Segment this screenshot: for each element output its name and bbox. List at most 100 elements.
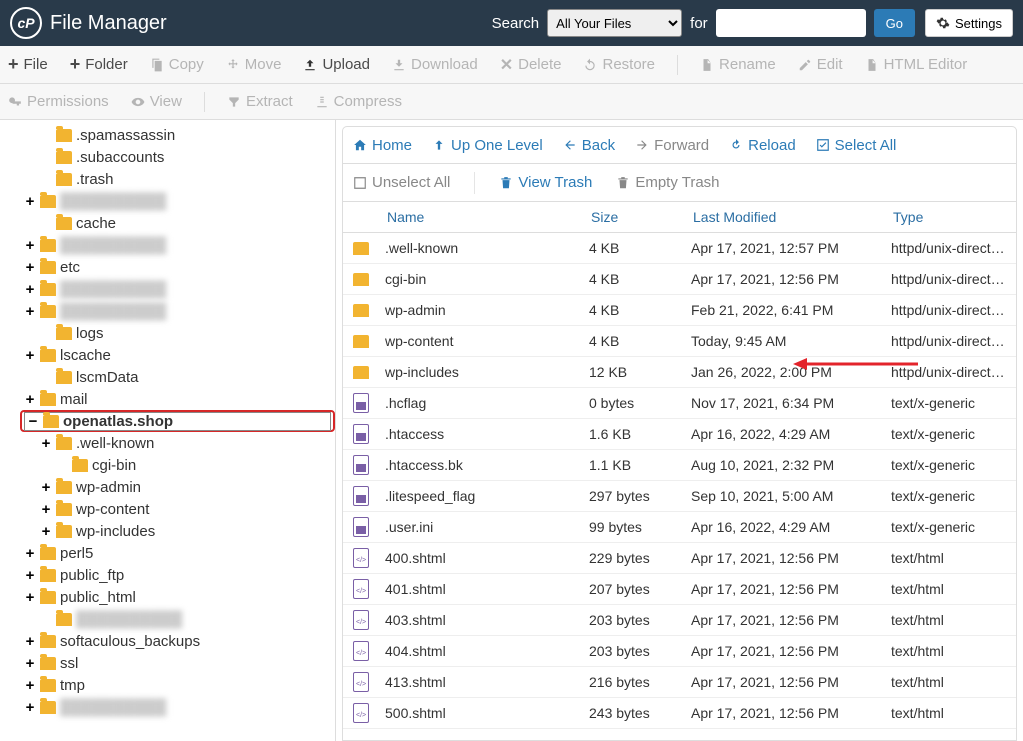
file-button[interactable]: +File (8, 54, 48, 75)
compress-button[interactable]: Compress (315, 93, 402, 110)
reload-button[interactable]: Reload (729, 137, 796, 154)
tree-item[interactable]: .spamassassin (0, 124, 335, 146)
file-row[interactable]: 401.shtml207 bytesApr 17, 2021, 12:56 PM… (343, 574, 1016, 605)
file-row[interactable]: 413.shtml216 bytesApr 17, 2021, 12:56 PM… (343, 667, 1016, 698)
view-trash-button[interactable]: View Trash (499, 174, 592, 191)
file-name: cgi-bin (379, 271, 583, 287)
file-row[interactable]: .litespeed_flag297 bytesSep 10, 2021, 5:… (343, 481, 1016, 512)
file-grid[interactable]: Name Size Last Modified Type .well-known… (342, 202, 1017, 741)
file-row[interactable]: 403.shtml203 bytesApr 17, 2021, 12:56 PM… (343, 605, 1016, 636)
col-size[interactable]: Size (583, 209, 685, 225)
settings-button[interactable]: Settings (925, 9, 1013, 37)
tree-item[interactable]: +wp-content (0, 498, 335, 520)
edit-button[interactable]: Edit (798, 56, 843, 73)
html-editor-button[interactable]: HTML Editor (865, 56, 968, 73)
tree-item[interactable]: +.well-known (0, 432, 335, 454)
expand-icon[interactable]: + (40, 501, 52, 518)
select-all-button[interactable]: Select All (816, 137, 897, 154)
tree-item[interactable]: +wp-includes (0, 520, 335, 542)
delete-button[interactable]: ✕Delete (500, 55, 562, 75)
rename-button[interactable]: Rename (700, 56, 776, 73)
tree-item[interactable]: +public_ftp (0, 564, 335, 586)
col-name[interactable]: Name (379, 209, 583, 225)
tree-item[interactable]: +██████████ (0, 190, 335, 212)
expand-icon[interactable]: + (40, 435, 52, 452)
file-row[interactable]: .well-known4 KBApr 17, 2021, 12:57 PMhtt… (343, 233, 1016, 264)
permissions-button[interactable]: Permissions (8, 93, 109, 110)
tree-item[interactable]: cache (0, 212, 335, 234)
tree-item[interactable]: ██████████ (0, 608, 335, 630)
expand-icon[interactable]: + (24, 699, 36, 716)
tree-item[interactable]: +██████████ (0, 300, 335, 322)
file-row[interactable]: .htaccess1.6 KBApr 16, 2022, 4:29 AMtext… (343, 419, 1016, 450)
upload-button[interactable]: Upload (303, 56, 370, 73)
expand-icon[interactable]: + (40, 523, 52, 540)
expand-icon[interactable]: + (24, 655, 36, 672)
collapse-icon[interactable]: − (27, 413, 39, 430)
tree-item[interactable]: lscmData (0, 366, 335, 388)
tree-item[interactable]: +lscache (0, 344, 335, 366)
navigation-bar-2: Unselect All View Trash Empty Trash (342, 164, 1017, 202)
folder-button[interactable]: +Folder (70, 54, 128, 75)
tree-item[interactable]: +public_html (0, 586, 335, 608)
col-type[interactable]: Type (885, 209, 1016, 225)
expand-icon[interactable]: + (24, 391, 36, 408)
forward-button[interactable]: Forward (635, 137, 709, 154)
tree-item[interactable]: cgi-bin (0, 454, 335, 476)
file-row[interactable]: wp-content4 KBToday, 9:45 AMhttpd/unix-d… (343, 326, 1016, 357)
expand-icon[interactable]: + (24, 347, 36, 364)
tree-item[interactable]: −openatlas.shop (20, 410, 335, 432)
file-row[interactable]: .htaccess.bk1.1 KBAug 10, 2021, 2:32 PMt… (343, 450, 1016, 481)
expand-icon[interactable]: + (24, 237, 36, 254)
expand-icon[interactable]: + (24, 545, 36, 562)
tree-item[interactable]: logs (0, 322, 335, 344)
expand-icon[interactable]: + (24, 589, 36, 606)
expand-icon[interactable]: + (24, 303, 36, 320)
file-row[interactable]: 404.shtml203 bytesApr 17, 2021, 12:56 PM… (343, 636, 1016, 667)
unselect-all-button[interactable]: Unselect All (353, 174, 450, 191)
tree-item[interactable]: +etc (0, 256, 335, 278)
view-button[interactable]: View (131, 93, 182, 110)
expand-icon[interactable]: + (40, 479, 52, 496)
move-button[interactable]: Move (226, 56, 282, 73)
tree-item[interactable]: +perl5 (0, 542, 335, 564)
tree-item[interactable]: +██████████ (0, 234, 335, 256)
search-scope-select[interactable]: All Your Files (547, 9, 682, 37)
file-row[interactable]: .hcflag0 bytesNov 17, 2021, 6:34 PMtext/… (343, 388, 1016, 419)
file-row[interactable]: .user.ini99 bytesApr 16, 2022, 4:29 AMte… (343, 512, 1016, 543)
folder-tree[interactable]: .spamassassin.subaccounts.trash+████████… (0, 120, 336, 741)
tree-item[interactable]: .subaccounts (0, 146, 335, 168)
file-row[interactable]: 500.shtml243 bytesApr 17, 2021, 12:56 PM… (343, 698, 1016, 729)
go-button[interactable]: Go (874, 9, 915, 37)
expand-icon[interactable]: + (24, 259, 36, 276)
tree-item[interactable]: +ssl (0, 652, 335, 674)
file-row[interactable]: wp-includes12 KBJan 26, 2022, 2:00 PMhtt… (343, 357, 1016, 388)
restore-button[interactable]: Restore (583, 56, 655, 73)
expand-icon[interactable]: + (24, 193, 36, 210)
tree-item[interactable]: +mail (0, 388, 335, 410)
home-button[interactable]: Home (353, 137, 412, 154)
file-row[interactable]: 400.shtml229 bytesApr 17, 2021, 12:56 PM… (343, 543, 1016, 574)
col-modified[interactable]: Last Modified (685, 209, 885, 225)
file-row[interactable]: cgi-bin4 KBApr 17, 2021, 12:56 PMhttpd/u… (343, 264, 1016, 295)
tree-item[interactable]: .trash (0, 168, 335, 190)
tree-item[interactable]: +tmp (0, 674, 335, 696)
up-button[interactable]: Up One Level (432, 137, 543, 154)
expand-icon[interactable]: + (24, 567, 36, 584)
search-label: Search (492, 15, 540, 32)
copy-button[interactable]: Copy (150, 56, 204, 73)
download-button[interactable]: Download (392, 56, 478, 73)
expand-icon[interactable]: + (24, 281, 36, 298)
tree-item[interactable]: +wp-admin (0, 476, 335, 498)
tree-item[interactable]: +softaculous_backups (0, 630, 335, 652)
file-row[interactable]: wp-admin4 KBFeb 21, 2022, 6:41 PMhttpd/u… (343, 295, 1016, 326)
expand-icon[interactable]: + (24, 633, 36, 650)
search-input[interactable] (716, 9, 866, 37)
empty-trash-button[interactable]: Empty Trash (616, 174, 719, 191)
tree-item[interactable]: +██████████ (0, 696, 335, 718)
square-icon (353, 176, 367, 190)
extract-button[interactable]: Extract (227, 93, 293, 110)
back-button[interactable]: Back (563, 137, 615, 154)
expand-icon[interactable]: + (24, 677, 36, 694)
tree-item[interactable]: +██████████ (0, 278, 335, 300)
